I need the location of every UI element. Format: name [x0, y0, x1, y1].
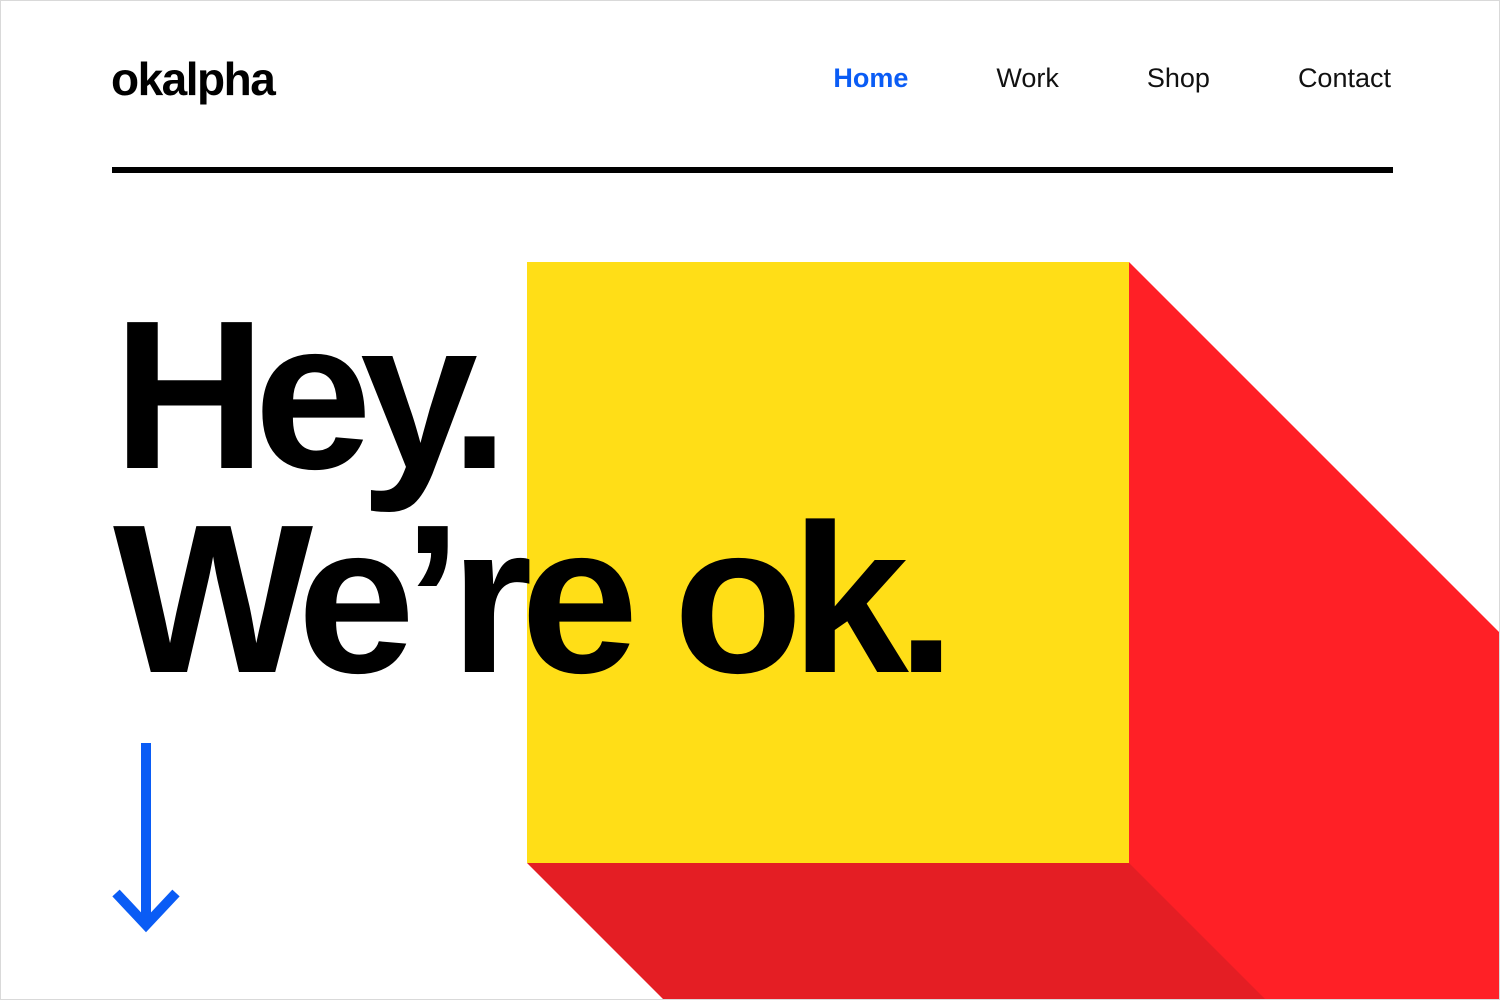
hero-headline-line-2: We’re ok. [113, 480, 956, 717]
arrow-down-icon[interactable] [111, 741, 181, 936]
cube-side-face [1129, 262, 1499, 999]
hero-headline: Hey. We’re ok. [113, 276, 956, 717]
hero-headline-line-1: Hey. [113, 276, 509, 513]
page: okalpha Home Work Shop Contact Hey. We’r… [0, 0, 1500, 1000]
